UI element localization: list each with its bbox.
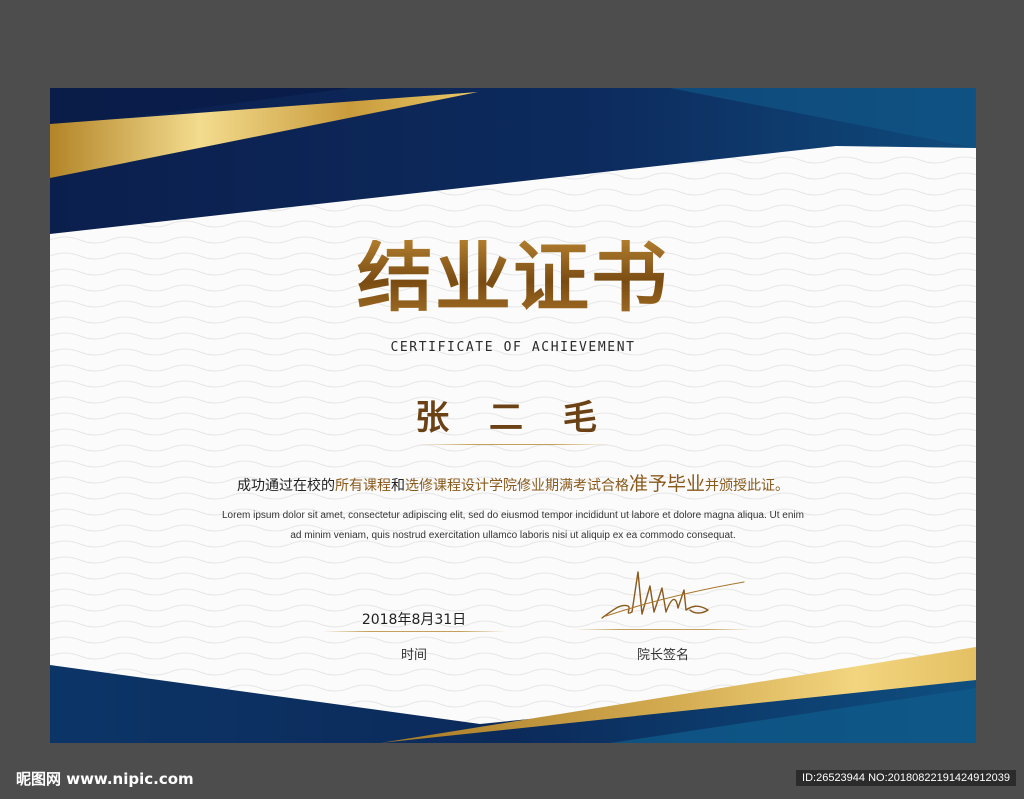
image-id-badge: ID:26523944 NO:20180822191424912039	[796, 770, 1016, 786]
statement-highlight: 准予毕业	[628, 473, 705, 495]
statement-part: 成功通过在校的	[236, 478, 335, 494]
recipient-underline	[415, 444, 611, 445]
certificate: 结业证书 CERTIFICATE OF ACHIEVEMENT 张 二 毛 成功…	[50, 88, 976, 743]
certificate-title: 结业证书	[50, 240, 976, 316]
signature-label: 院长签名	[636, 648, 689, 663]
signature-line	[575, 629, 751, 630]
date-value: 2018年8月31日	[361, 612, 467, 628]
statement-part: 所有课程	[334, 478, 391, 494]
signature-image	[601, 571, 745, 619]
statement-part: 选修课程设计学院修业期满考试合格	[404, 478, 629, 494]
recipient-name: 张 二 毛	[415, 398, 611, 438]
certificate-subtitle: CERTIFICATE OF ACHIEVEMENT	[390, 340, 636, 355]
body-text-line: Lorem ipsum dolor sit amet, consectetur …	[222, 510, 804, 521]
statement-part: 并颁授此证。	[705, 478, 789, 494]
certificate-statement: 成功通过在校的所有课程和选修课程设计学院修业期满考试合格准予毕业并颁授此证。	[50, 469, 976, 496]
date-label: 时间	[400, 648, 427, 663]
date-line	[322, 631, 506, 632]
statement-part: 和	[390, 478, 405, 494]
site-watermark: 昵图网 www.nipic.com	[16, 770, 194, 788]
body-text-line: ad minim veniam, quis nostrud exercitati…	[290, 530, 736, 541]
